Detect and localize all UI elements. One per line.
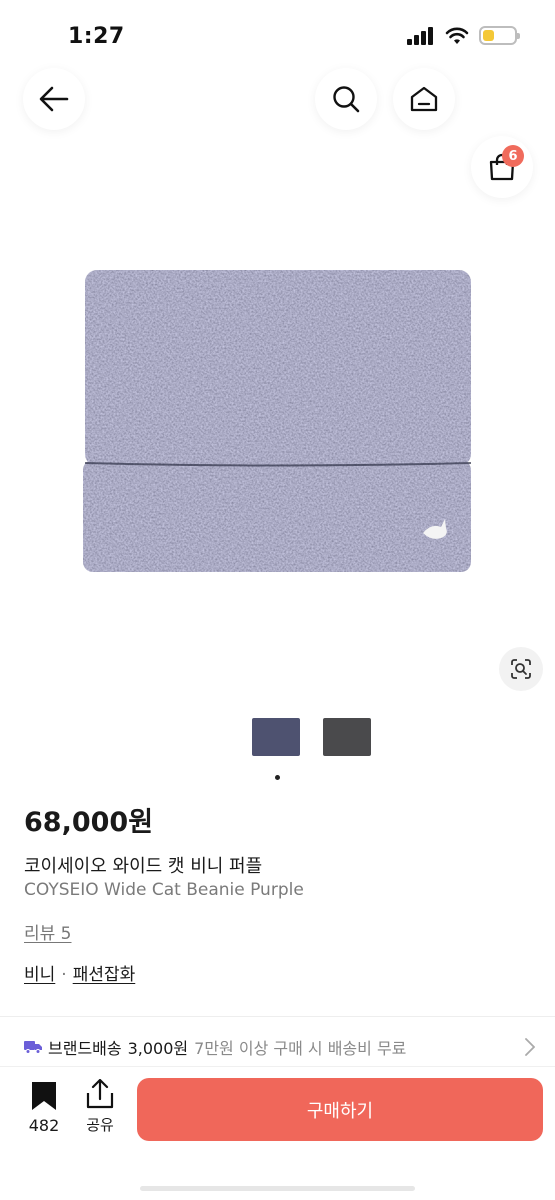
bookmark-icon <box>32 1082 56 1110</box>
category-link-accessories[interactable]: 패션잡화 <box>73 965 136 985</box>
bookmark-button[interactable]: 482 <box>24 1081 64 1135</box>
share-button[interactable]: 공유 <box>80 1079 120 1135</box>
lens-icon <box>511 659 531 679</box>
search-button[interactable] <box>315 68 377 130</box>
share-label: 공유 <box>86 1116 114 1134</box>
bottom-action-bar: 482 공유 구매하기 <box>0 1066 555 1200</box>
product-title-en: COYSEIO Wide Cat Beanie Purple <box>24 880 304 900</box>
product-title-ko: 코이세이오 와이드 캣 비니 퍼플 <box>24 856 263 877</box>
category-link-beanie[interactable]: 비니 <box>24 965 55 985</box>
category-separator: · <box>61 965 67 985</box>
status-icons <box>407 26 520 45</box>
shipping-brand-label: 브랜드배송 <box>48 1039 122 1058</box>
nav-actions: 6 <box>315 68 533 198</box>
home-icon <box>410 86 438 112</box>
battery-level <box>483 30 495 41</box>
shipping-info-row[interactable]: 브랜드배송 3,000원 7만원 이상 구매 시 배송비 무료 <box>24 1035 535 1059</box>
review-link[interactable]: 리뷰 5 <box>24 919 72 944</box>
product-price: 68,000원 <box>24 807 154 838</box>
category-breadcrumb: 비니 · 패션잡화 <box>24 960 135 985</box>
buy-button[interactable]: 구매하기 <box>137 1078 543 1141</box>
home-indicator <box>140 1186 415 1191</box>
divider <box>0 1016 555 1017</box>
wifi-icon <box>445 27 469 44</box>
shipping-cost: 3,000원 <box>127 1039 189 1058</box>
thumbnail-strip <box>252 718 371 756</box>
shipping-note: 7만원 이상 구매 시 배송비 무료 <box>194 1039 407 1058</box>
back-arrow-icon <box>39 86 69 112</box>
beanie-cuff <box>83 460 471 572</box>
beanie-body <box>85 270 471 466</box>
truck-icon <box>24 1041 42 1054</box>
status-time: 1:27 <box>68 24 125 49</box>
image-search-button[interactable] <box>499 647 543 691</box>
thumbnail-purple[interactable] <box>252 718 300 756</box>
bookmark-count: 482 <box>28 1116 60 1135</box>
home-button[interactable] <box>393 68 455 130</box>
back-button[interactable] <box>23 68 85 130</box>
chevron-right-icon <box>525 1038 535 1056</box>
carousel-indicator <box>275 775 280 780</box>
cart-badge: 6 <box>502 145 524 167</box>
thumbnail-gray[interactable] <box>323 718 371 756</box>
share-icon <box>86 1079 114 1109</box>
cart-button[interactable]: 6 <box>471 136 533 198</box>
battery-icon <box>479 26 520 45</box>
signal-icon <box>407 26 433 45</box>
product-image[interactable] <box>83 268 473 573</box>
search-icon <box>333 86 360 113</box>
